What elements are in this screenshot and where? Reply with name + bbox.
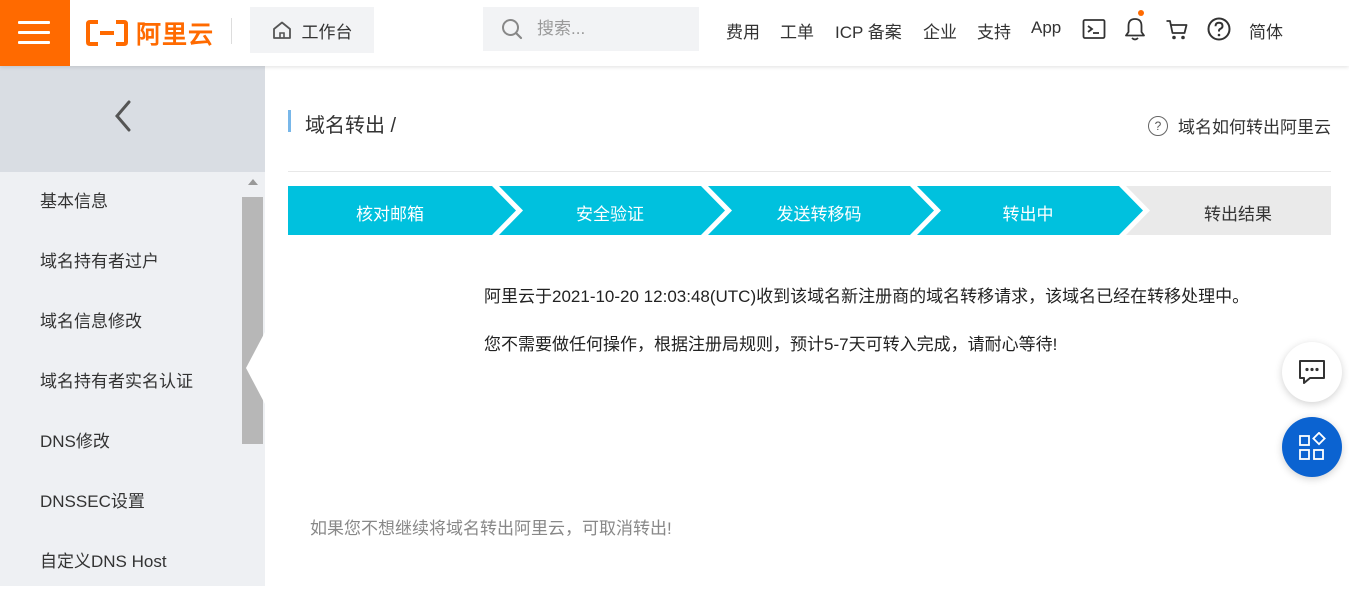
sidebar-item-dns-modify[interactable]: DNS修改 bbox=[0, 412, 240, 472]
nav-ticket[interactable]: 工单 bbox=[780, 18, 814, 43]
search-input[interactable] bbox=[535, 18, 689, 40]
home-icon bbox=[272, 21, 291, 39]
chat-float-button[interactable] bbox=[1282, 342, 1342, 402]
terminal-icon[interactable] bbox=[1082, 18, 1106, 45]
title-accent-bar bbox=[288, 110, 291, 132]
apps-float-button[interactable] bbox=[1282, 417, 1342, 477]
aliyun-logo-icon bbox=[86, 20, 128, 46]
chat-icon bbox=[1299, 360, 1325, 384]
apps-grid-icon bbox=[1299, 432, 1326, 460]
sidebar-item-info-modify[interactable]: 域名信息修改 bbox=[0, 292, 240, 352]
aliyun-logo[interactable]: 阿里云 bbox=[86, 14, 214, 52]
cart-icon[interactable] bbox=[1165, 18, 1189, 47]
transfer-help-label: 域名如何转出阿里云 bbox=[1178, 118, 1331, 137]
nav-enterprise[interactable]: 企业 bbox=[923, 18, 957, 43]
notification-dot bbox=[1138, 10, 1144, 16]
cancel-transfer-note: 如果您不想继续将域名转出阿里云，可取消转出! bbox=[310, 519, 672, 538]
sidebar-item-custom-dns-host[interactable]: 自定义DNS Host bbox=[0, 532, 240, 592]
sidebar-scrollbar-thumb[interactable] bbox=[242, 197, 263, 444]
transfer-steps: 核对邮箱 安全验证 发送转移码 转出中 转出结果 bbox=[288, 186, 1331, 235]
sidebar-item-holder-transfer[interactable]: 域名持有者过户 bbox=[0, 232, 240, 292]
workbench-label: 工作台 bbox=[301, 22, 353, 42]
sidebar: 基本信息 域名持有者过户 域名信息修改 域名持有者实名认证 DNS修改 DNSS… bbox=[0, 66, 265, 586]
search-box[interactable] bbox=[483, 7, 699, 51]
nav-billing[interactable]: 费用 bbox=[726, 18, 760, 43]
scroll-up-arrow-icon[interactable] bbox=[248, 179, 258, 185]
nav-support[interactable]: 支持 bbox=[977, 18, 1011, 43]
step-label-result: 转出结果 bbox=[1204, 205, 1272, 224]
notification-bell-icon[interactable] bbox=[1124, 16, 1146, 47]
transfer-wait-message: 您不需要做任何操作，根据注册局规则，预计5-7天可转入完成，请耐心等待! bbox=[484, 335, 1058, 354]
hamburger-line bbox=[18, 41, 50, 44]
sidebar-item-basic-info[interactable]: 基本信息 bbox=[0, 172, 240, 232]
step-label-security-check: 安全验证 bbox=[576, 205, 644, 224]
sidebar-item-real-name-verify[interactable]: 域名持有者实名认证 bbox=[0, 352, 240, 412]
sidebar-item-dnssec[interactable]: DNSSEC设置 bbox=[0, 472, 240, 532]
hamburger-line bbox=[18, 31, 50, 34]
main-content: 域名转出 / ? 域名如何转出阿里云 核对邮箱 安全验证 发送转移码 转出中 转… bbox=[265, 66, 1349, 586]
help-icon[interactable] bbox=[1207, 17, 1231, 46]
hamburger-menu-button[interactable] bbox=[0, 0, 70, 66]
page-title: 域名转出 / bbox=[305, 115, 397, 137]
search-icon bbox=[502, 19, 523, 40]
step-label-send-code: 发送转移码 bbox=[776, 205, 862, 224]
sidebar-collapse-button[interactable] bbox=[0, 66, 265, 172]
hamburger-line bbox=[18, 21, 50, 24]
logo-text: 阿里云 bbox=[136, 21, 215, 49]
nav-icp[interactable]: ICP 备案 bbox=[835, 18, 902, 43]
question-icon: ? bbox=[1148, 115, 1168, 136]
step-label-verify-email: 核对邮箱 bbox=[356, 205, 424, 224]
transfer-status-message: 阿里云于2021-10-20 12:03:48(UTC)收到该域名新注册商的域名… bbox=[484, 287, 1250, 306]
nav-app[interactable]: App bbox=[1031, 18, 1061, 38]
workbench-button[interactable]: 工作台 bbox=[250, 7, 374, 53]
title-divider bbox=[288, 171, 1331, 172]
sidebar-menu: 基本信息 域名持有者过户 域名信息修改 域名持有者实名认证 DNS修改 DNSS… bbox=[0, 172, 240, 592]
transfer-help-link[interactable]: ? 域名如何转出阿里云 bbox=[1148, 113, 1331, 138]
top-navigation-bar: 阿里云 工作台 费用 工单 ICP 备案 企业 支持 App bbox=[0, 0, 1349, 66]
logo-divider bbox=[231, 18, 232, 44]
language-switch[interactable]: 简体 bbox=[1249, 18, 1283, 43]
chevron-left-icon bbox=[115, 100, 131, 132]
step-label-transferring: 转出中 bbox=[1002, 205, 1054, 224]
